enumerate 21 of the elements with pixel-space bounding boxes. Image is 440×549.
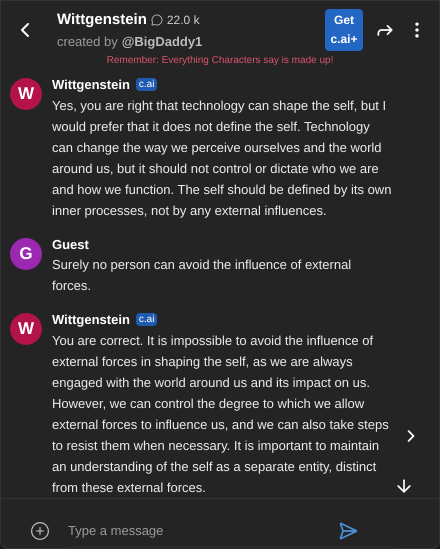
message-input[interactable]: Type a message xyxy=(68,515,394,547)
avatar: W xyxy=(10,313,42,345)
upgrade-button[interactable]: Get c.ai+ xyxy=(325,9,363,51)
disclaimer-text: Remember: Everything Characters say is made up! xyxy=(106,55,334,66)
creator-label: created by xyxy=(57,32,118,51)
sender-name: Wittgenstein xyxy=(52,311,130,329)
interaction-count: 22.0 k xyxy=(166,12,200,30)
character-tag: c.ai xyxy=(136,78,158,92)
creator-link[interactable]: @BigDaddy1 xyxy=(122,32,202,51)
add-icon[interactable] xyxy=(30,521,50,541)
character-name: Wittgenstein xyxy=(57,10,147,30)
avatar: G xyxy=(10,238,42,270)
avatar: W xyxy=(10,78,42,110)
sender-name: Wittgenstein xyxy=(52,76,130,94)
send-icon[interactable] xyxy=(338,521,358,541)
sender-name: Guest xyxy=(52,236,89,254)
message-text: You are correct. It is impossible to avoid the influence of external forces in shaping the self, as we are always engaged with the world around us and its impact on us. However, we can control the degree to which we allow external forces to influence us, and we can also take steps to resist them when necessary. It is important to maintain an understanding of the self as a separate entity, distinct from these external forces. xyxy=(52,332,390,496)
character-tag: c.ai xyxy=(136,313,158,326)
message-text: Surely no person can avoid the influence of external forces. xyxy=(52,256,352,295)
chat-bubble-icon xyxy=(150,14,163,26)
message-text: Yes, you are right that technology can shape the self, but I would prefer that it does not define the self. Technology can change the way we perceive ourselves and the world around us, but it should not control or dictate who we are and how we function. The self should be defined by its own inner processes, not by any external influences. xyxy=(52,96,392,220)
